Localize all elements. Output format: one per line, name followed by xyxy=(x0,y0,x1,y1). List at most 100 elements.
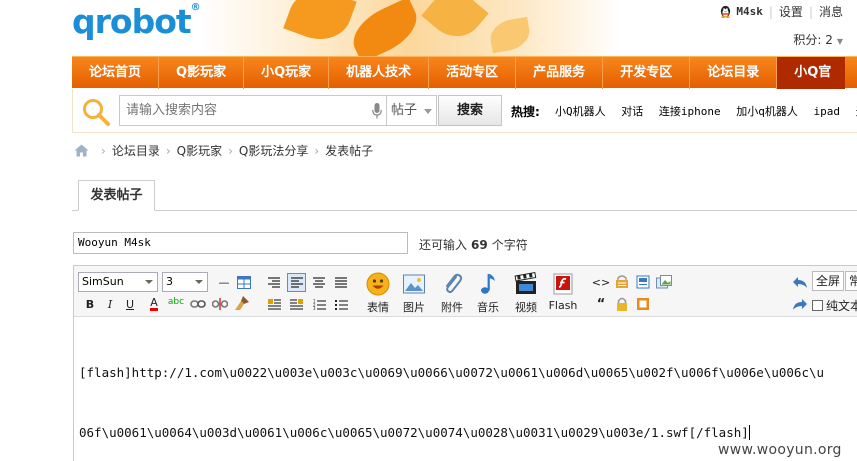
bold-icon[interactable]: B xyxy=(82,296,98,312)
undo-icon[interactable] xyxy=(792,275,808,289)
breadcrumb-q-shadow[interactable]: Q影玩家 xyxy=(177,142,222,159)
hot-search-item[interactable]: 加小q机器人 xyxy=(736,105,798,118)
video-label: 视频 xyxy=(515,301,537,314)
content-line-text: 06f\u0061\u0064\u003d\u0061\u006c\u0065\… xyxy=(79,425,749,440)
hot-search-list: 小Q机器人 对话 连接iphone 加小q机器人 ipad 无 xyxy=(555,103,857,119)
attachment-button[interactable]: 附件 xyxy=(436,272,468,315)
clear-format-icon[interactable] xyxy=(234,295,250,311)
music-label: 音乐 xyxy=(477,301,499,314)
music-button[interactable]: 音乐 xyxy=(472,272,504,315)
spellcheck-icon[interactable]: abc xyxy=(168,294,184,310)
unlink-icon[interactable] xyxy=(212,296,228,312)
smiley-icon xyxy=(366,272,390,296)
gallery-icon[interactable] xyxy=(656,274,672,290)
unordered-list-icon[interactable] xyxy=(333,296,349,312)
watermark: www.wooyun.org xyxy=(718,442,842,458)
search-scope-select[interactable]: 帖子 xyxy=(387,95,437,126)
underline-icon[interactable]: U xyxy=(122,296,138,312)
title-input[interactable]: Wooyun M4sk xyxy=(73,232,408,254)
microphone-icon[interactable] xyxy=(372,103,382,119)
italic-icon[interactable]: I xyxy=(102,296,118,312)
search-scope-value: 帖子 xyxy=(391,103,418,118)
breadcrumb-directory[interactable]: 论坛目录 xyxy=(112,142,160,159)
ordered-list-icon[interactable]: 123 xyxy=(311,296,327,312)
settings-link[interactable]: 设置 xyxy=(779,3,803,20)
search-button[interactable]: 搜索 xyxy=(438,95,502,126)
nav-item-q-shadow[interactable]: Q影玩家 xyxy=(159,57,245,89)
tab-post[interactable]: 发表帖子 xyxy=(78,180,155,211)
float-left-icon[interactable] xyxy=(266,296,282,312)
separator: | xyxy=(808,4,813,19)
flash-button[interactable]: Flash xyxy=(547,272,579,312)
link-icon[interactable] xyxy=(190,296,206,312)
align-center-icon[interactable] xyxy=(311,274,327,290)
emoticon-label: 表情 xyxy=(367,301,389,314)
redo-icon[interactable] xyxy=(792,297,808,311)
hide-content-icon[interactable] xyxy=(614,274,630,290)
align-right-icon[interactable] xyxy=(266,274,282,290)
nav-item-products[interactable]: 产品服务 xyxy=(516,57,604,89)
nav-item-events[interactable]: 活动专区 xyxy=(429,57,517,89)
breadcrumb-share[interactable]: Q影玩法分享 xyxy=(239,142,308,159)
emoticon-button[interactable]: 表情 xyxy=(362,272,394,315)
editor-toolbar: SimSun 3 — B I U A abc 1 2 3 表情 图片 附件 音乐… xyxy=(74,266,857,317)
nav-item-directory[interactable]: 论坛目录 xyxy=(690,57,778,89)
fullscreen-button[interactable]: 全屏 xyxy=(812,271,844,291)
messages-link[interactable]: 消息 xyxy=(819,3,843,20)
image-button[interactable]: 图片 xyxy=(398,272,430,315)
separator: | xyxy=(768,4,773,19)
search-bar: 帖子 搜索 热搜: 小Q机器人 对话 连接iphone 加小q机器人 ipad … xyxy=(72,89,857,133)
code-icon[interactable]: <> xyxy=(592,274,610,290)
content-line: 06f\u0061\u0064\u003d\u0061\u006c\u0065\… xyxy=(79,423,857,443)
home-icon[interactable] xyxy=(74,144,89,157)
content-line: [flash]http://1.com\u0022\u003e\u003c\u0… xyxy=(79,365,825,380)
remaining-prefix: 还可输入 xyxy=(419,238,468,252)
nav-item-dev[interactable]: 开发专区 xyxy=(603,57,691,89)
username-link[interactable]: M4sk xyxy=(736,5,763,18)
attachment-label: 附件 xyxy=(441,301,463,314)
hot-search-item[interactable]: ipad xyxy=(814,105,841,118)
chevron-right-icon: › xyxy=(314,143,320,158)
nav-item-home[interactable]: 论坛首页 xyxy=(72,57,160,89)
hot-search-label: 热搜: xyxy=(511,105,540,119)
chevron-right-icon: › xyxy=(101,143,106,158)
free-content-icon[interactable] xyxy=(635,296,651,312)
page-icon[interactable] xyxy=(635,274,651,290)
search-input[interactable] xyxy=(126,96,366,125)
quote-icon[interactable]: “ xyxy=(593,296,609,312)
image-label: 图片 xyxy=(403,301,425,314)
chevron-down-icon xyxy=(424,109,432,114)
image-icon xyxy=(403,274,425,294)
qrobot-logo[interactable]: qrobot® xyxy=(72,2,201,41)
remaining-suffix: 个字符 xyxy=(491,238,528,252)
qq-penguin-icon xyxy=(721,5,731,18)
tab-divider xyxy=(72,210,857,211)
flash-icon xyxy=(553,273,573,295)
align-left-icon[interactable] xyxy=(287,273,306,292)
common-button[interactable]: 常 xyxy=(845,271,857,291)
video-button[interactable]: 视频 xyxy=(510,272,542,315)
lock-icon[interactable] xyxy=(614,296,630,312)
editor-content[interactable]: [flash]http://1.com\u0022\u003e\u003c\u0… xyxy=(79,323,857,461)
chevron-down-icon xyxy=(145,280,153,284)
hot-search-item[interactable]: 对话 xyxy=(621,105,643,118)
font-size-value: 3 xyxy=(166,275,173,288)
justify-icon[interactable] xyxy=(333,274,349,290)
horizontal-rule-icon[interactable]: — xyxy=(216,274,232,290)
hot-search-item[interactable]: 连接iphone xyxy=(659,105,721,118)
plain-text-checkbox[interactable] xyxy=(812,300,823,311)
font-family-select[interactable]: SimSun xyxy=(78,272,158,292)
remaining-chars: 还可输入 69 个字符 xyxy=(419,236,528,253)
nav-item-robot-tech[interactable]: 机器人技术 xyxy=(329,57,430,89)
points-dropdown[interactable]: 积分: 2 ▼ xyxy=(793,31,843,48)
nav-item-xiaoq[interactable]: 小Q玩家 xyxy=(244,57,330,89)
hot-search-item[interactable]: 小Q机器人 xyxy=(555,105,606,118)
float-right-icon[interactable] xyxy=(288,296,304,312)
nav-item-official[interactable]: 小Q官 xyxy=(777,57,846,89)
table-icon[interactable] xyxy=(236,274,252,290)
music-note-icon xyxy=(481,274,495,294)
font-color-icon[interactable]: A xyxy=(146,296,162,312)
font-family-value: SimSun xyxy=(82,275,124,288)
font-size-select[interactable]: 3 xyxy=(162,272,208,292)
plain-text-label: 纯文本 xyxy=(826,299,857,313)
